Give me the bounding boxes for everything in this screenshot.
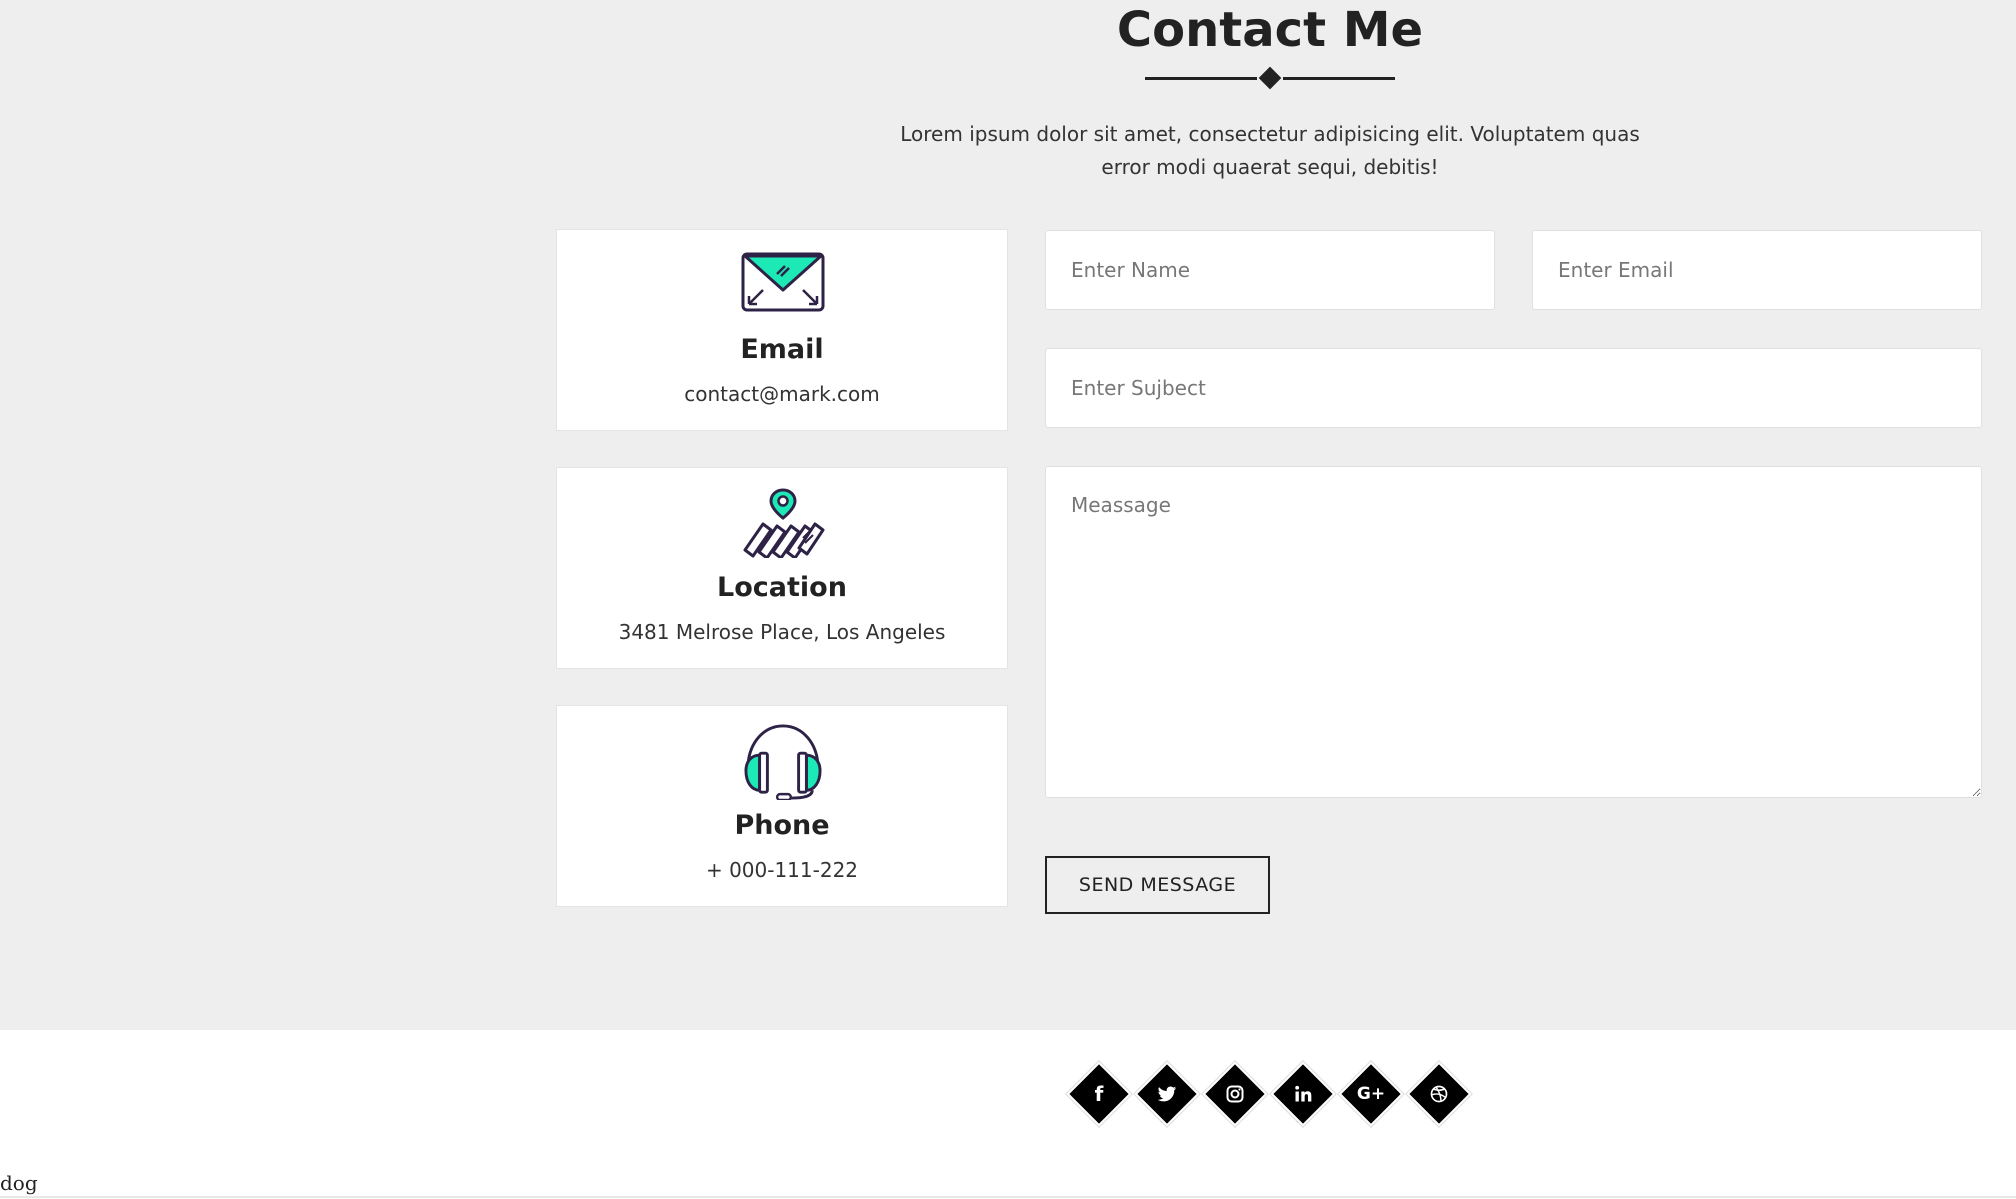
name-input[interactable] xyxy=(1045,230,1495,310)
map-pin-icon xyxy=(743,488,825,558)
card-value: 3481 Melrose Place, Los Angeles xyxy=(618,620,946,644)
bottom-divider xyxy=(0,1196,2016,1198)
message-textarea[interactable] xyxy=(1045,466,1982,798)
linkedin-link[interactable] xyxy=(1270,1061,1336,1127)
card-title: Phone xyxy=(734,810,830,841)
email-card: Email contact@mark.com xyxy=(556,229,1008,431)
email-input[interactable] xyxy=(1532,230,1982,310)
twitter-link[interactable] xyxy=(1134,1061,1200,1127)
envelope-icon xyxy=(741,252,825,312)
divider-diamond xyxy=(1258,66,1282,90)
google-plus-icon: G+ xyxy=(1356,1084,1386,1104)
linkedin-icon xyxy=(1295,1085,1312,1102)
send-message-button[interactable]: SEND MESSAGE xyxy=(1045,856,1270,914)
card-value[interactable]: + 000-111-222 xyxy=(557,858,1007,882)
footer-note: dog xyxy=(0,1171,38,1195)
footer xyxy=(0,1030,2016,1199)
google-plus-link[interactable]: G+ xyxy=(1338,1061,1404,1127)
instagram-icon xyxy=(1226,1085,1244,1103)
dribbble-icon xyxy=(1430,1085,1448,1103)
dribbble-link[interactable] xyxy=(1406,1061,1472,1127)
facebook-icon: f xyxy=(1094,1082,1104,1106)
title-divider xyxy=(1145,66,1395,90)
card-title: Email xyxy=(740,334,824,365)
divider-line-left xyxy=(1145,77,1257,80)
twitter-icon xyxy=(1157,1086,1177,1102)
card-title: Location xyxy=(717,572,847,603)
phone-card: Phone + 000-111-222 xyxy=(556,705,1008,907)
card-value[interactable]: contact@mark.com xyxy=(557,382,1007,406)
headset-icon xyxy=(744,724,822,800)
page-title: Contact Me xyxy=(1116,2,1424,58)
intro-text: Lorem ipsum dolor sit amet, consectetur … xyxy=(900,122,1640,179)
instagram-link[interactable] xyxy=(1202,1061,1268,1127)
contact-section: Contact Me Lorem ipsum dolor sit amet, c… xyxy=(0,0,2016,1030)
facebook-link[interactable]: f xyxy=(1066,1061,1132,1127)
subject-input[interactable] xyxy=(1045,348,1982,428)
location-card: Location 3481 Melrose Place, Los Angeles xyxy=(556,467,1008,669)
divider-line-right xyxy=(1283,77,1395,80)
